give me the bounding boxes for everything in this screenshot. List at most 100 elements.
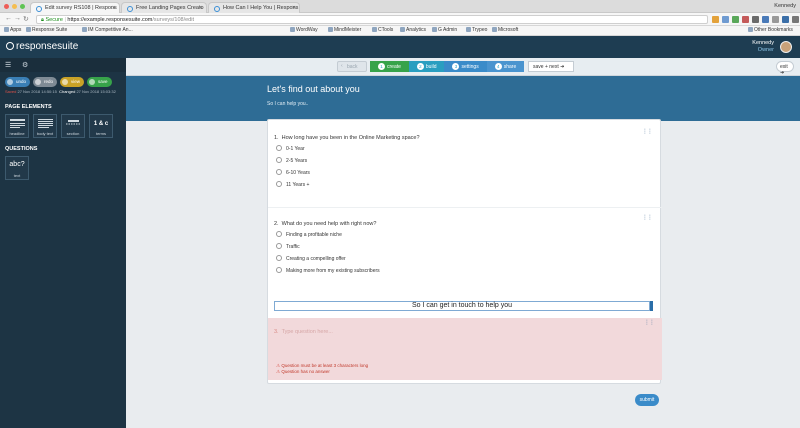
answer-option[interactable]: Making more from my existing subscribers xyxy=(276,267,380,274)
extension-icon[interactable] xyxy=(772,16,779,23)
extension-icon[interactable] xyxy=(732,16,739,23)
minimize-window-icon[interactable] xyxy=(12,4,17,9)
pill-label: redo xyxy=(44,79,54,84)
answer-option[interactable]: 2-5 Years xyxy=(276,157,307,164)
step-settings[interactable]: 3 settings xyxy=(444,61,487,72)
close-tab-icon[interactable]: ✕ xyxy=(199,5,203,11)
logo-icon xyxy=(6,42,14,50)
radio-icon[interactable] xyxy=(276,145,282,151)
bookmark-label: IM Competitive An... xyxy=(88,27,133,33)
answer-option[interactable]: 0-1 Year xyxy=(276,145,305,152)
page-subtitle[interactable]: So I can help you.. xyxy=(267,101,308,107)
settings-sliders-icon[interactable]: ⚙ xyxy=(22,61,28,69)
drag-handle-icon[interactable]: ⋮⋮ xyxy=(644,319,655,326)
bookmark-item[interactable]: Other Bookmarks xyxy=(748,27,793,33)
resize-handle[interactable] xyxy=(650,301,653,311)
forward-arrow-icon[interactable]: → xyxy=(14,15,21,22)
radio-icon[interactable] xyxy=(276,267,282,273)
back-button[interactable]: ‹ back xyxy=(337,61,367,72)
radio-icon[interactable] xyxy=(276,231,282,237)
drag-handle-icon[interactable]: ⋮⋮ xyxy=(642,128,653,135)
question-title[interactable]: 2. What do you need help with right now? xyxy=(274,221,376,227)
chevron-left-icon: ‹ xyxy=(341,63,343,69)
question-title-input[interactable]: 3. Type question here... xyxy=(274,329,333,335)
bookmark-item[interactable]: MindMeister xyxy=(328,27,361,33)
step-create[interactable]: 1 create xyxy=(370,61,409,72)
step-build[interactable]: 2 build xyxy=(408,61,445,72)
bookmark-item[interactable]: Trypeo xyxy=(466,27,487,33)
url-input[interactable]: 🔒︎ Secure | https://example.responsesuit… xyxy=(36,15,708,24)
bookmark-item[interactable]: Analytics xyxy=(400,27,426,33)
bookmark-item[interactable]: Response Suite xyxy=(26,27,67,33)
extension-icon[interactable] xyxy=(742,16,749,23)
bookmark-label: Analytics xyxy=(406,27,427,33)
answer-option[interactable]: Creating a compelling offer xyxy=(276,255,346,262)
error-text: Question has no answer xyxy=(281,369,330,374)
extension-icon[interactable] xyxy=(762,16,769,23)
bookmark-label: WordWay xyxy=(296,27,318,33)
hamburger-menu-icon[interactable]: ☰ xyxy=(5,61,11,69)
radio-icon[interactable] xyxy=(276,169,282,175)
option-label: 11 Years + xyxy=(286,182,310,188)
section-element[interactable]: section xyxy=(61,114,85,138)
terms-element[interactable]: 1 & c terms xyxy=(89,114,113,138)
drag-handle-icon[interactable]: ⋮⋮ xyxy=(642,214,653,221)
bookmark-item[interactable]: CTools xyxy=(372,27,393,33)
folder-icon xyxy=(400,27,405,32)
body-text-input[interactable]: So I can get in touch to help you xyxy=(274,301,650,311)
reload-icon[interactable]: ↻ xyxy=(23,15,29,23)
close-window-icon[interactable] xyxy=(4,4,9,9)
bookmark-item[interactable]: Microsoft xyxy=(492,27,518,33)
save-next-button[interactable]: save + next ➜ xyxy=(528,61,574,72)
bookmark-item[interactable]: WordWay xyxy=(290,27,318,33)
bookmark-item[interactable]: Apps xyxy=(4,27,21,33)
changed-label: Changed xyxy=(59,89,76,94)
user-menu[interactable]: Kennedy Owner xyxy=(752,40,774,54)
answer-option[interactable]: Traffic xyxy=(276,243,300,250)
exit-button[interactable]: exit ➜ xyxy=(776,61,794,76)
radio-icon[interactable] xyxy=(276,243,282,249)
answer-option[interactable]: Finding a profitable niche xyxy=(276,231,342,238)
answer-option[interactable]: 11 Years + xyxy=(276,181,309,188)
browser-tab[interactable]: How Can I Help You | Respons ✕ xyxy=(208,2,300,13)
menu-dots-icon[interactable] xyxy=(792,16,799,23)
browser-profile[interactable]: Kennedy xyxy=(774,3,796,9)
folder-icon xyxy=(328,27,333,32)
page-elements-heading: PAGE ELEMENTS xyxy=(5,104,52,110)
avatar[interactable] xyxy=(780,41,792,53)
folder-icon xyxy=(290,27,295,32)
bookmark-label: MindMeister xyxy=(334,27,362,33)
question-title[interactable]: 1. How long have you been in the Online … xyxy=(274,135,420,141)
arrow-right-icon: ➜ xyxy=(560,64,565,70)
bookmark-item[interactable]: G Admin xyxy=(432,27,457,33)
browser-tab[interactable]: Free Landing Pages Creato ✕ xyxy=(121,2,207,13)
radio-icon[interactable] xyxy=(276,157,282,163)
undo-button[interactable]: undo xyxy=(5,77,31,87)
radio-icon[interactable] xyxy=(276,181,282,187)
text-question-element[interactable]: abc? text xyxy=(5,156,29,180)
page-title[interactable]: Let's find out about you xyxy=(267,84,360,94)
close-tab-icon[interactable]: ✕ xyxy=(112,5,116,11)
answer-option[interactable]: 6-10 Years xyxy=(276,169,310,176)
step-label: settings xyxy=(461,64,479,70)
save-button[interactable]: save xyxy=(87,77,112,87)
bookmark-item[interactable]: IM Competitive An... xyxy=(82,27,133,33)
extension-icon[interactable] xyxy=(712,16,719,23)
extension-icon[interactable] xyxy=(752,16,759,23)
view-button[interactable]: view xyxy=(60,77,85,87)
redo-button[interactable]: redo xyxy=(33,77,58,87)
headline-icon xyxy=(10,119,25,128)
step-share[interactable]: 4 share xyxy=(486,61,525,72)
close-tab-icon[interactable]: ✕ xyxy=(292,5,296,11)
app-logo[interactable]: responsesuite xyxy=(6,41,78,52)
save-next-label: save + next xyxy=(533,64,559,70)
back-arrow-icon[interactable]: ← xyxy=(5,15,12,22)
browser-tab[interactable]: Edit survey RS108 | Respons ✕ xyxy=(30,2,120,13)
extension-icon[interactable] xyxy=(722,16,729,23)
maximize-window-icon[interactable] xyxy=(20,4,25,9)
extension-icon[interactable] xyxy=(782,16,789,23)
body-text-element[interactable]: body text xyxy=(33,114,57,138)
headline-element[interactable]: headline xyxy=(5,114,29,138)
radio-icon[interactable] xyxy=(276,255,282,261)
submit-button[interactable]: submit xyxy=(635,394,659,406)
